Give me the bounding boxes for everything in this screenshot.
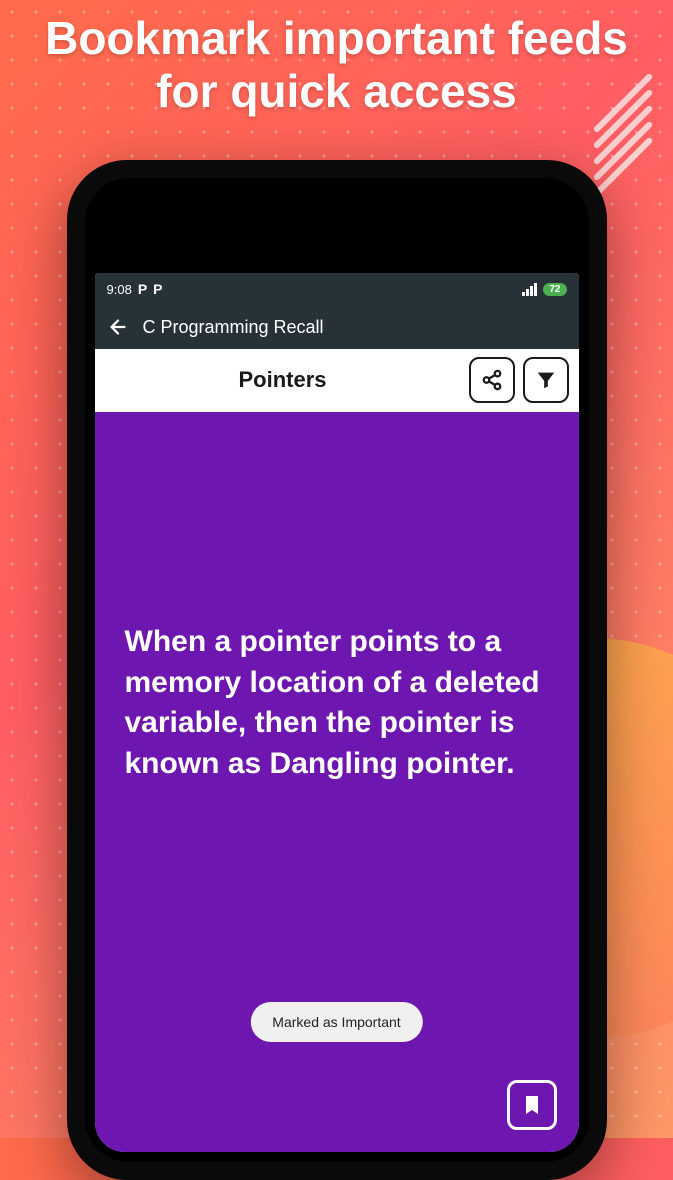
- page-title: Pointers: [105, 367, 461, 393]
- filter-button[interactable]: [523, 357, 569, 403]
- card-body-text: When a pointer points to a memory locati…: [125, 622, 549, 784]
- bookmark-icon: [520, 1093, 544, 1117]
- phone-screen: 9:08 P P 72 C Programming Recall: [95, 273, 579, 1152]
- app-bar: C Programming Recall: [95, 305, 579, 349]
- status-time: 9:08: [107, 282, 132, 297]
- notification-icon: P: [138, 281, 147, 297]
- notification-icon: P: [153, 281, 162, 297]
- phone-bezel: 9:08 P P 72 C Programming Recall: [85, 178, 589, 1162]
- battery-indicator: 72: [543, 283, 566, 296]
- filter-icon: [535, 369, 557, 391]
- share-icon: [481, 369, 503, 391]
- share-button[interactable]: [469, 357, 515, 403]
- phone-frame: 9:08 P P 72 C Programming Recall: [67, 160, 607, 1180]
- status-bar: 9:08 P P 72: [95, 273, 579, 305]
- toolbar: Pointers: [95, 349, 579, 412]
- app-title: C Programming Recall: [143, 317, 324, 338]
- toast-message: Marked as Important: [250, 1002, 422, 1042]
- signal-icon: [522, 283, 537, 296]
- content-card[interactable]: When a pointer points to a memory locati…: [95, 412, 579, 1152]
- back-arrow-icon[interactable]: [107, 316, 129, 338]
- promo-headline: Bookmark important feeds for quick acces…: [0, 0, 673, 118]
- bookmark-button[interactable]: [507, 1080, 557, 1130]
